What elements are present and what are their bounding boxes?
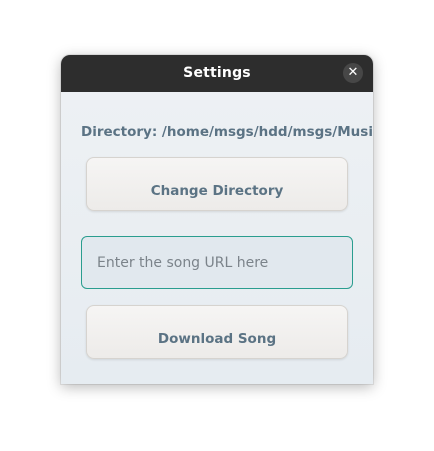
- close-icon: ✕: [347, 65, 359, 80]
- close-button[interactable]: ✕: [343, 63, 363, 83]
- titlebar[interactable]: Settings ✕: [61, 55, 373, 92]
- download-song-label: Download Song: [157, 331, 277, 347]
- song-url-input[interactable]: [81, 236, 353, 289]
- change-directory-button[interactable]: Change Directory: [86, 157, 348, 211]
- change-directory-label: Change Directory: [150, 183, 284, 199]
- settings-window: Settings ✕ Directory: /home/msgs/hdd/msg…: [61, 55, 373, 384]
- download-song-button[interactable]: Download Song: [86, 305, 348, 359]
- window-title: Settings: [183, 65, 251, 81]
- directory-label: Directory: /home/msgs/hdd/msgs/Music: [81, 124, 373, 140]
